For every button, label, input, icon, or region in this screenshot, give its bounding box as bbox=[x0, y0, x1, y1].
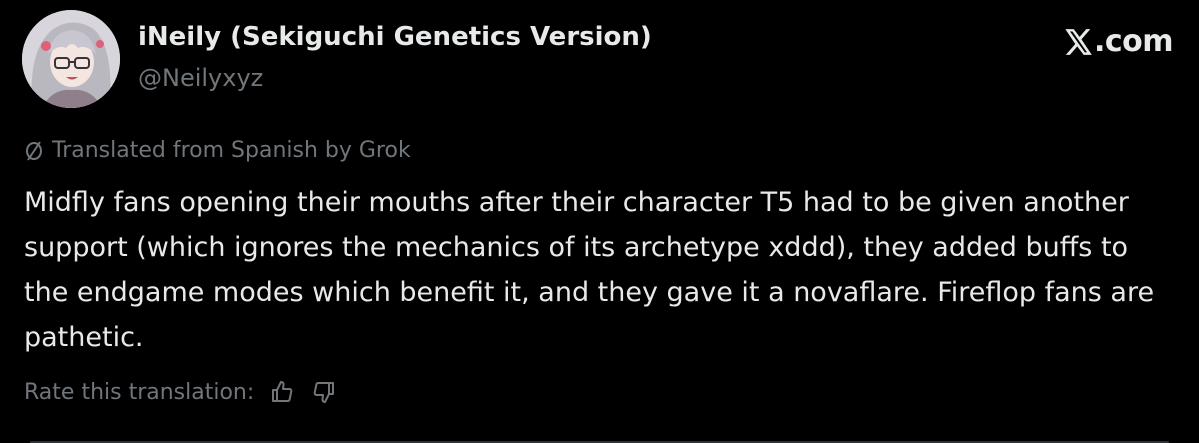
avatar-image bbox=[22, 10, 120, 108]
brand-link[interactable]: .com bbox=[1065, 24, 1174, 59]
author-display-name[interactable]: iNeily (Sekiguchi Genetics Version) bbox=[138, 22, 652, 52]
avatar[interactable] bbox=[22, 10, 120, 108]
thumbs-down-button[interactable] bbox=[310, 378, 338, 406]
thumbs-down-icon bbox=[313, 382, 335, 403]
thumbs-up-icon bbox=[272, 381, 293, 402]
rate-translation-label: Rate this translation: bbox=[24, 379, 255, 405]
rate-translation: Rate this translation: bbox=[24, 378, 338, 406]
x-logo-icon bbox=[1065, 28, 1092, 55]
post-card: iNeily (Sekiguchi Genetics Version) @Nei… bbox=[0, 0, 1199, 443]
translation-notice: Translated from Spanish by Grok bbox=[24, 138, 411, 163]
author-handle[interactable]: @Neilyxyz bbox=[138, 64, 263, 92]
translation-notice-text: Translated from Spanish by Grok bbox=[52, 138, 411, 163]
brand-label: .com bbox=[1093, 24, 1174, 59]
no-translate-icon bbox=[26, 140, 42, 161]
thumbs-up-button[interactable] bbox=[268, 378, 296, 406]
post-text: Midfly fans opening their mouths after t… bbox=[24, 187, 1155, 353]
